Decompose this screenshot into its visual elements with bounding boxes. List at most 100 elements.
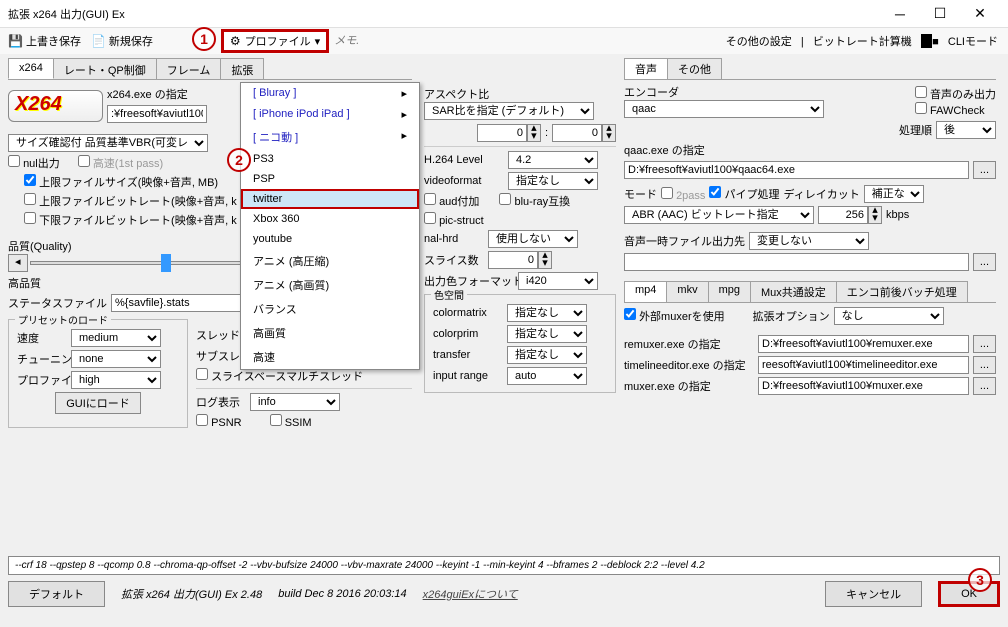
audio-rate-mode-select[interactable]: ABR (AAC) ビットレート指定 [624,206,814,224]
sliced-threads-checkbox[interactable]: スライスベースマルチスレッド [196,368,363,384]
h264level-select[interactable]: 4.2 [508,151,598,169]
transfer-select[interactable]: 指定なし [507,346,587,364]
quality-dec[interactable]: ◂ [8,254,28,272]
profile-item-anime-hq[interactable]: アニメ (高画質) [241,273,419,297]
close-button[interactable]: ✕ [960,0,1000,28]
sar1-spin[interactable]: ▴▾ [477,124,541,142]
cli-mode-link[interactable]: CLIモード [948,36,998,48]
psnr-checkbox[interactable]: PSNR [196,414,242,429]
rate-mode-select[interactable]: サイズ確認付 品質基準VBR(可変レート) [8,134,208,152]
delaycut-select[interactable]: 補正なし [864,185,924,203]
profile-dropdown-button[interactable]: プロファイル▾ [221,29,329,53]
bluray-compat-checkbox[interactable]: blu-ray互換 [499,193,570,209]
tab-audio[interactable]: 音声 [624,58,668,79]
colorprim-label: colorprim [433,328,503,340]
nul-output-checkbox[interactable]: nul出力 [8,155,60,171]
remuxer-browse-button[interactable]: ... [973,335,996,353]
profile-item-ps3[interactable]: PS3 [241,149,419,169]
memo-input[interactable] [331,32,361,50]
inputrange-select[interactable]: auto [507,367,587,385]
cancel-button[interactable]: キャンセル [825,581,922,607]
tmpout-path-input[interactable] [624,253,969,271]
lower-bitrate-checkbox[interactable]: 下限ファイルビットレート(映像+音声, k [24,212,237,228]
tab-mpg[interactable]: mpg [708,281,751,302]
ext-opt-label: 拡張オプション [753,308,830,324]
qaac-path-input[interactable] [624,161,969,179]
tune-select[interactable]: none [71,350,161,368]
tmpout-browse-button[interactable]: ... [973,253,996,271]
colormatrix-select[interactable]: 指定なし [507,304,587,322]
muxer-browse-button[interactable]: ... [973,377,996,395]
profile-item-nico[interactable]: [ ニコ動 ] [241,125,419,149]
nalhrd-select[interactable]: 使用しない [488,230,578,248]
gui-load-button[interactable]: GUIにロード [55,392,141,414]
right-tabs: 音声 その他 [624,58,996,80]
upper-bitrate-checkbox[interactable]: 上限ファイルビットレート(映像+音声, k [24,193,237,209]
tmpout-select[interactable]: 変更しない [749,232,869,250]
slices-spin[interactable]: ▴▾ [488,251,552,269]
tleditor-browse-button[interactable]: ... [973,356,996,374]
sar2-spin[interactable]: ▴▾ [552,124,616,142]
colorprim-select[interactable]: 指定なし [507,325,587,343]
pic-struct-checkbox[interactable]: pic-struct [424,212,484,227]
tab-mp4[interactable]: mp4 [624,281,667,302]
upper-filesize-checkbox[interactable]: 上限ファイルサイズ(映像+音声, MB) [24,174,218,190]
toolbar: 上書き保存 新規保存 プロファイル▾ その他の設定 | ビットレート計算機 ■ … [0,28,1008,54]
encoder-select[interactable]: qaac [624,100,824,118]
profile-item-xbox360[interactable]: Xbox 360 [241,209,419,229]
speed-select[interactable]: medium [71,329,161,347]
ssim-checkbox[interactable]: SSIM [270,414,312,429]
pipe-checkbox[interactable]: パイプ処理 [709,186,779,202]
maximize-button[interactable]: ☐ [920,0,960,28]
tleditor-path-input[interactable] [758,356,969,374]
build-label: build Dec 8 2016 20:03:14 [278,588,406,600]
minimize-button[interactable]: ─ [880,0,920,28]
tab-x264[interactable]: x264 [8,58,54,79]
log-select[interactable]: info [250,393,340,411]
fast-1stpass-checkbox[interactable]: 高速(1st pass) [78,155,163,171]
bitrate-calc-link[interactable]: ビットレート計算機 [813,36,912,48]
profile-item-twitter[interactable]: twitter [241,189,419,209]
overwrite-save-button[interactable]: 上書き保存 [4,31,85,51]
profile-item-bluray[interactable]: [ Bluray ] [241,83,419,104]
other-settings-link[interactable]: その他の設定 [726,36,792,48]
ext-opt-select[interactable]: なし [834,307,944,325]
fawcheck-checkbox[interactable]: FAWCheck [915,105,985,117]
audio-only-checkbox[interactable]: 音声のみ出力 [915,89,996,101]
audio-bitrate-spin[interactable]: ▴▾ [818,206,882,224]
profile-item-balance[interactable]: バランス [241,297,419,321]
about-link[interactable]: x264guiExについて [423,586,518,602]
tab-rate-qp[interactable]: レート・QP制御 [53,58,157,79]
ext-muxer-checkbox[interactable]: 外部muxerを使用 [624,308,725,324]
tab-other[interactable]: その他 [667,58,722,79]
sar-mode-select[interactable]: SAR比を指定 (デフォルト) [424,102,594,120]
twopass-checkbox[interactable]: 2pass [661,187,705,202]
outcolor-select[interactable]: i420 [518,272,598,290]
tab-frame[interactable]: フレーム [156,58,222,79]
profile-item-youtube[interactable]: youtube [241,229,419,249]
videoformat-select[interactable]: 指定なし [508,172,598,190]
tab-mkv[interactable]: mkv [666,281,708,302]
tab-batch[interactable]: エンコ前後バッチ処理 [836,281,968,302]
qaac-label: qaac.exe の指定 [624,142,996,158]
profile-item-iphone[interactable]: [ iPhone iPod iPad ] [241,104,419,125]
default-button[interactable]: デフォルト [8,581,105,607]
aud-checkbox[interactable]: aud付加 [424,193,479,209]
profile-item-fast[interactable]: 高速 [241,345,419,369]
order-select[interactable]: 後 [936,121,996,139]
remuxer-path-input[interactable] [758,335,969,353]
transfer-label: transfer [433,349,503,361]
new-save-button[interactable]: 新規保存 [87,31,157,51]
qaac-browse-button[interactable]: ... [973,161,996,179]
profile-item-highq[interactable]: 高画質 [241,321,419,345]
save-icon [8,34,23,48]
mux-tabs: mp4 mkv mpg Mux共通設定 エンコ前後バッチ処理 [624,281,996,303]
muxer-path-input[interactable] [758,377,969,395]
bitrate-unit: kbps [886,209,909,221]
x264exe-path-input[interactable] [107,105,207,123]
tab-ext[interactable]: 拡張 [220,58,264,79]
profile-item-anime-hc[interactable]: アニメ (高圧縮) [241,249,419,273]
profile-item-psp[interactable]: PSP [241,169,419,189]
profile-select[interactable]: high [71,371,161,389]
tab-mux-common[interactable]: Mux共通設定 [750,281,837,302]
